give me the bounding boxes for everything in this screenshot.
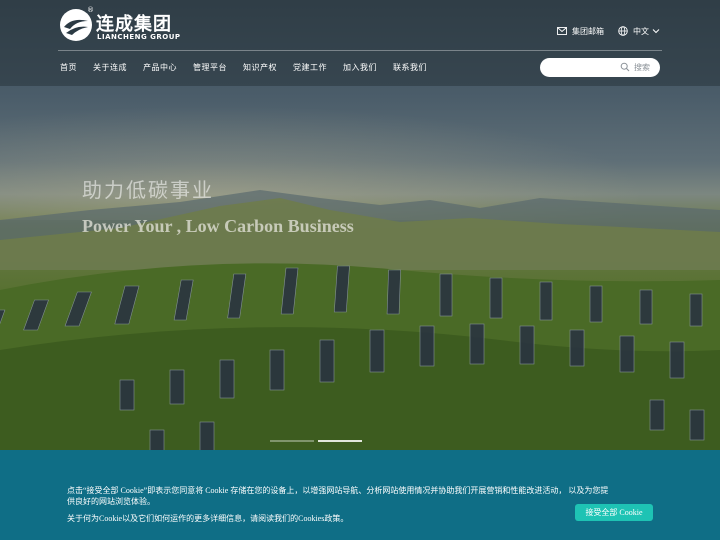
logo[interactable]: ® 连成集团 LIANCHENG GROUP xyxy=(60,6,190,43)
cookie-banner: 点击“接受全部 Cookie”即表示您同意将 Cookie 存储在您的设备上，以… xyxy=(0,450,720,540)
main-nav: 首页 关于连成 产品中心 管理平台 知识产权 党建工作 加入我们 联系我们 xyxy=(60,62,443,73)
nav-item-home[interactable]: 首页 xyxy=(60,62,77,73)
hero-title-en: Power Your , Low Carbon Business xyxy=(82,216,354,236)
nav-item-contact[interactable]: 联系我们 xyxy=(393,62,427,73)
slider-dot-1[interactable] xyxy=(270,440,314,442)
search-input[interactable]: 搜索 xyxy=(540,58,660,77)
nav-item-ip[interactable]: 知识产权 xyxy=(243,62,277,73)
brand-name-en: LIANCHENG GROUP xyxy=(97,33,181,41)
header-divider xyxy=(58,50,662,51)
mail-link[interactable]: 集团邮箱 xyxy=(572,26,604,37)
registered-mark: ® xyxy=(87,6,94,14)
nav-item-join[interactable]: 加入我们 xyxy=(343,62,377,73)
slider-dot-2[interactable] xyxy=(318,440,362,442)
hero-title-cn: 助力低碳事业 xyxy=(82,178,214,202)
nav-item-party[interactable]: 党建工作 xyxy=(293,62,327,73)
cookie-policy-text[interactable]: 关于何为Cookie以及它们如何运作的更多详细信息，请阅读我们的Cookies政… xyxy=(67,513,348,524)
site-header: ® 连成集团 LIANCHENG GROUP 集团邮箱 中文 首页 关于连成 产… xyxy=(0,0,720,86)
nav-item-about[interactable]: 关于连成 xyxy=(93,62,127,73)
top-links: 集团邮箱 中文 xyxy=(557,24,660,38)
chevron-down-icon[interactable] xyxy=(652,28,660,34)
nav-item-products[interactable]: 产品中心 xyxy=(143,62,177,73)
search-placeholder: 搜索 xyxy=(634,63,650,72)
search-icon[interactable] xyxy=(620,62,630,72)
slider-indicators xyxy=(270,440,366,442)
language-selector[interactable]: 中文 xyxy=(633,26,649,37)
mail-icon xyxy=(557,27,567,35)
accept-all-cookies-button[interactable]: 接受全部 Cookie xyxy=(575,504,653,521)
nav-item-management[interactable]: 管理平台 xyxy=(193,62,227,73)
globe-icon xyxy=(618,26,628,36)
solar-field-image xyxy=(0,263,720,470)
cookie-notice-text: 点击“接受全部 Cookie”即表示您同意将 Cookie 存储在您的设备上，以… xyxy=(67,486,609,506)
